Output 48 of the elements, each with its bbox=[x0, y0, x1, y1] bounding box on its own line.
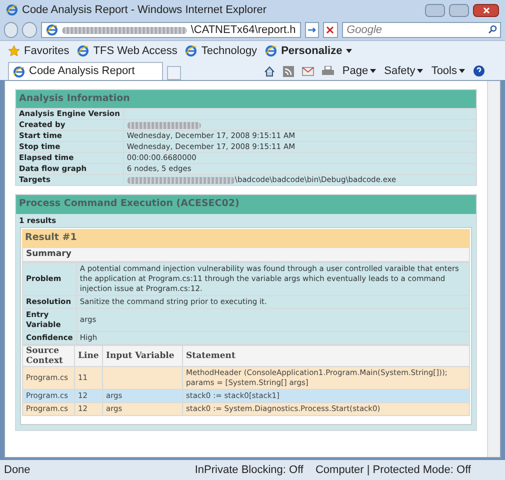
column-header: Statement bbox=[182, 346, 470, 366]
address-text: \CATNETx64\report.h bbox=[190, 22, 296, 38]
favorites-item[interactable]: Technology bbox=[185, 42, 258, 60]
maximize-button[interactable] bbox=[449, 4, 469, 16]
home-icon[interactable] bbox=[264, 66, 276, 76]
caret-icon bbox=[346, 49, 352, 53]
feed-icon[interactable] bbox=[283, 66, 294, 76]
scrollbar[interactable] bbox=[487, 81, 500, 457]
search-field[interactable]: Google bbox=[342, 22, 502, 38]
zone-status: Computer | Protected Mode: Off bbox=[315, 462, 472, 478]
caret-icon bbox=[417, 69, 424, 73]
browser-logo-icon bbox=[265, 45, 278, 57]
stop-icon bbox=[326, 26, 334, 34]
summary-heading: Summary bbox=[22, 247, 470, 262]
star-icon bbox=[8, 45, 20, 57]
browser-logo-icon bbox=[46, 24, 58, 36]
browser-tab[interactable]: Code Analysis Report bbox=[8, 62, 163, 80]
printer-icon[interactable] bbox=[322, 66, 334, 76]
close-icon bbox=[482, 6, 490, 14]
refresh-button[interactable] bbox=[304, 22, 320, 38]
browser-logo-icon bbox=[13, 66, 25, 78]
browser-logo-icon bbox=[77, 45, 90, 57]
window-title: Code Analysis Report - Windows Internet Explorer bbox=[22, 2, 268, 18]
section-heading: Process Command Execution (ACESEC02) bbox=[16, 195, 476, 214]
favorites-item[interactable]: Personalize bbox=[265, 42, 352, 60]
browser-logo-icon bbox=[185, 45, 198, 57]
forward-button[interactable] bbox=[22, 22, 37, 38]
favorites-item[interactable]: TFS Web Access bbox=[77, 42, 178, 60]
browser-logo-icon bbox=[6, 4, 18, 16]
mail-icon[interactable] bbox=[302, 66, 314, 76]
back-button[interactable] bbox=[4, 22, 18, 38]
close-button[interactable] bbox=[473, 4, 499, 16]
section-heading: Analysis Information bbox=[16, 90, 476, 108]
address-field[interactable]: \CATNETx64\report.h bbox=[40, 22, 301, 38]
stop-button[interactable] bbox=[323, 22, 338, 38]
help-icon[interactable] bbox=[473, 65, 485, 77]
minimize-button[interactable] bbox=[425, 4, 445, 16]
caret-icon bbox=[459, 69, 465, 73]
caret-icon bbox=[370, 69, 376, 73]
favorites-item[interactable]: Favorites bbox=[8, 42, 70, 60]
command-menu[interactable]: Tools bbox=[431, 62, 465, 80]
column-header: Source Context bbox=[22, 346, 74, 366]
result-heading: Result #1 bbox=[22, 229, 470, 248]
status-text: Done bbox=[4, 462, 32, 478]
command-menu[interactable]: Page bbox=[342, 62, 376, 80]
command-menu[interactable]: Safety bbox=[384, 62, 424, 80]
search-icon bbox=[488, 25, 498, 34]
inprivate-status: InPrivate Blocking: Off bbox=[194, 462, 304, 478]
